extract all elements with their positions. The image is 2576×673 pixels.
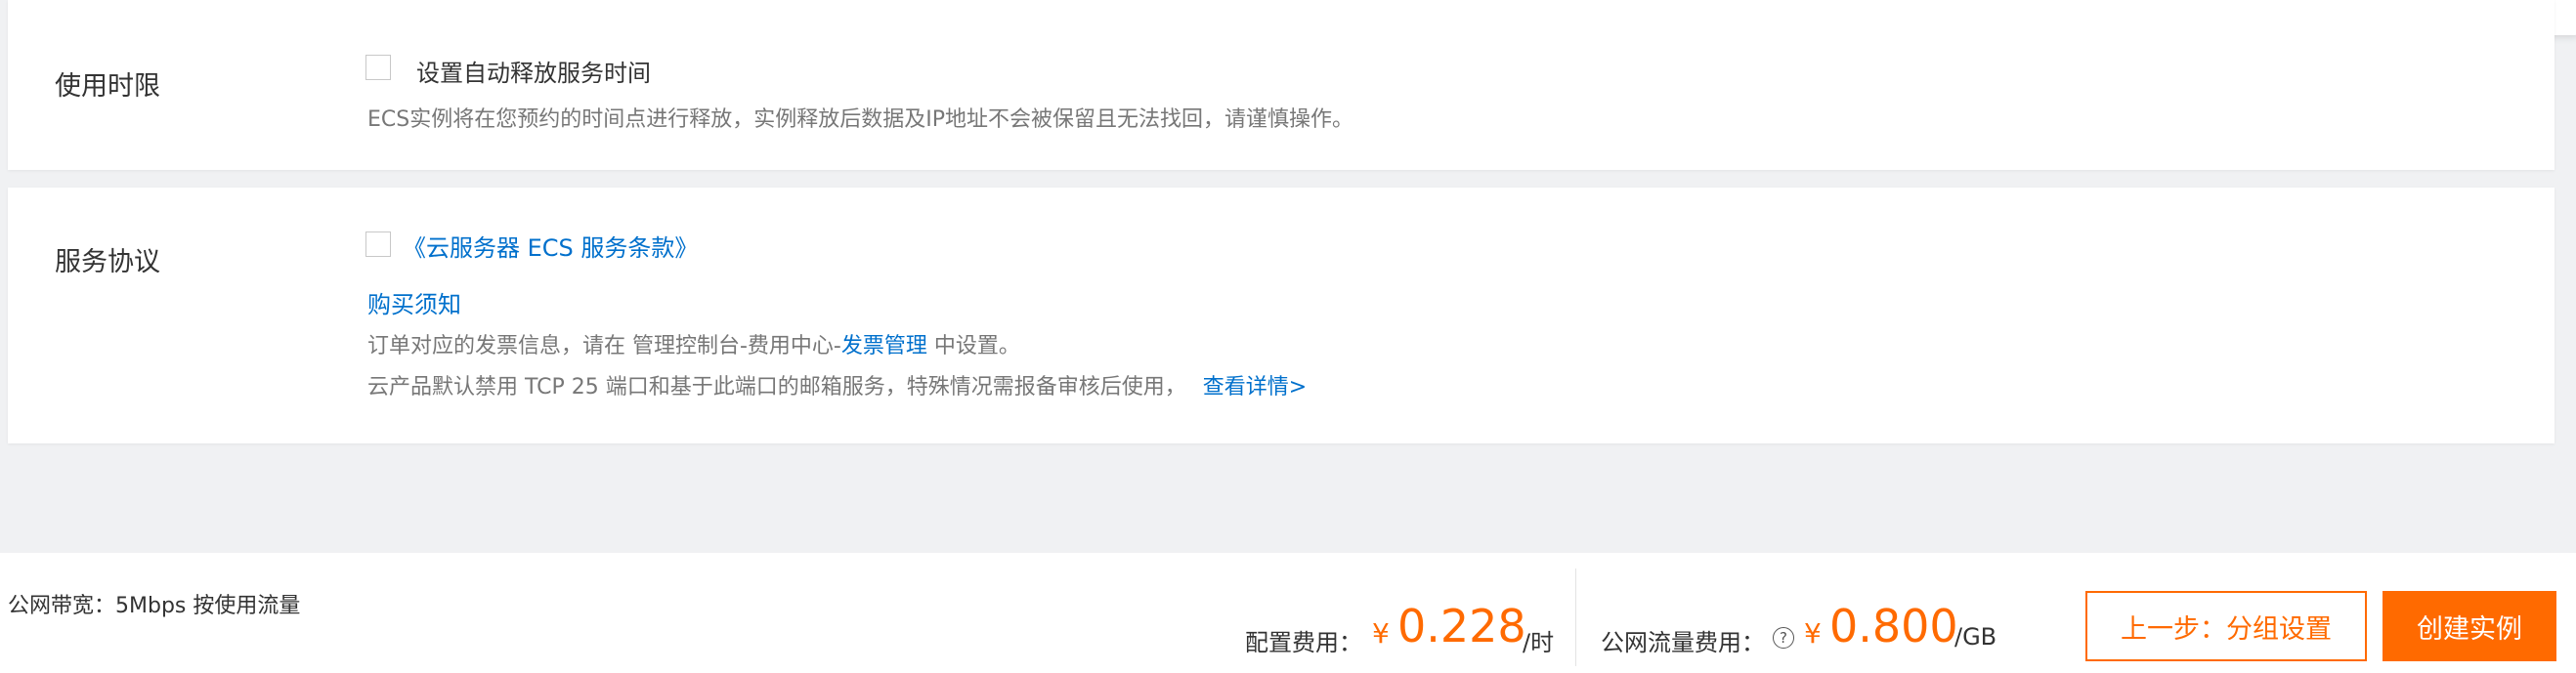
config-fee-label: 配置费用： — [1245, 629, 1362, 656]
section-label-agreement: 服务协议 — [55, 247, 160, 277]
auto-release-description: ECS实例将在您预约的时间点进行释放，实例释放后数据及IP地址不会被保留且无法找… — [367, 107, 1353, 132]
config-fee-unit: /时 — [1523, 629, 1555, 656]
usage-duration-card: 使用时限 设置自动释放服务时间 ECS实例将在您预约的时间点进行释放，实例释放后… — [8, 0, 2555, 170]
invoice-management-link[interactable]: 发票管理 — [841, 334, 927, 358]
price-divider — [1575, 568, 1576, 666]
config-fee-currency: ¥ — [1372, 617, 1390, 650]
invoice-notice-prefix: 订单对应的发票信息，请在 管理控制台-费用中心- — [367, 334, 841, 358]
auto-release-checkbox[interactable] — [365, 55, 391, 80]
purchase-notice-link[interactable]: 购买须知 — [367, 285, 461, 319]
help-icon[interactable]: ? — [1773, 627, 1794, 649]
traffic-fee-value: 0.800 — [1829, 600, 1958, 652]
bandwidth-label: 公网带宽： — [8, 594, 116, 618]
traffic-fee-unit: /GB — [1954, 623, 1997, 651]
ecs-terms-link[interactable]: 《云服务器 ECS 服务条款》 — [403, 229, 698, 263]
invoice-notice-suffix: 中设置。 — [926, 334, 1020, 358]
traffic-fee-currency: ¥ — [1804, 617, 1822, 650]
bandwidth-value: 5Mbps 按使用流量 — [115, 594, 301, 618]
previous-step-button[interactable]: 上一步：分组设置 — [2085, 591, 2367, 661]
auto-release-label[interactable]: 设置自动释放服务时间 — [416, 54, 651, 88]
service-agreement-card: 服务协议 《云服务器 ECS 服务条款》 购买须知 订单对应的发票信息，请在 管… — [8, 188, 2555, 443]
create-instance-button[interactable]: 创建实例 — [2383, 591, 2556, 661]
tcp-port-notice-text: 云产品默认禁用 TCP 25 端口和基于此端口的邮箱服务，特殊情况需报备审核后使… — [367, 375, 1186, 400]
bandwidth-summary: 公网带宽：5Mbps 按使用流量 — [8, 588, 300, 619]
view-details-link[interactable]: 查看详情> — [1203, 375, 1307, 400]
agreement-checkbox[interactable] — [365, 231, 391, 257]
section-label-usage: 使用时限 — [55, 71, 160, 102]
config-fee-value: 0.228 — [1397, 600, 1526, 652]
invoice-notice: 订单对应的发票信息，请在 管理控制台-费用中心-发票管理 中设置。 — [367, 328, 1020, 359]
traffic-fee-label: 公网流量费用： — [1601, 629, 1765, 656]
tcp-port-notice: 云产品默认禁用 TCP 25 端口和基于此端口的邮箱服务，特殊情况需报备审核后使… — [367, 369, 1307, 400]
